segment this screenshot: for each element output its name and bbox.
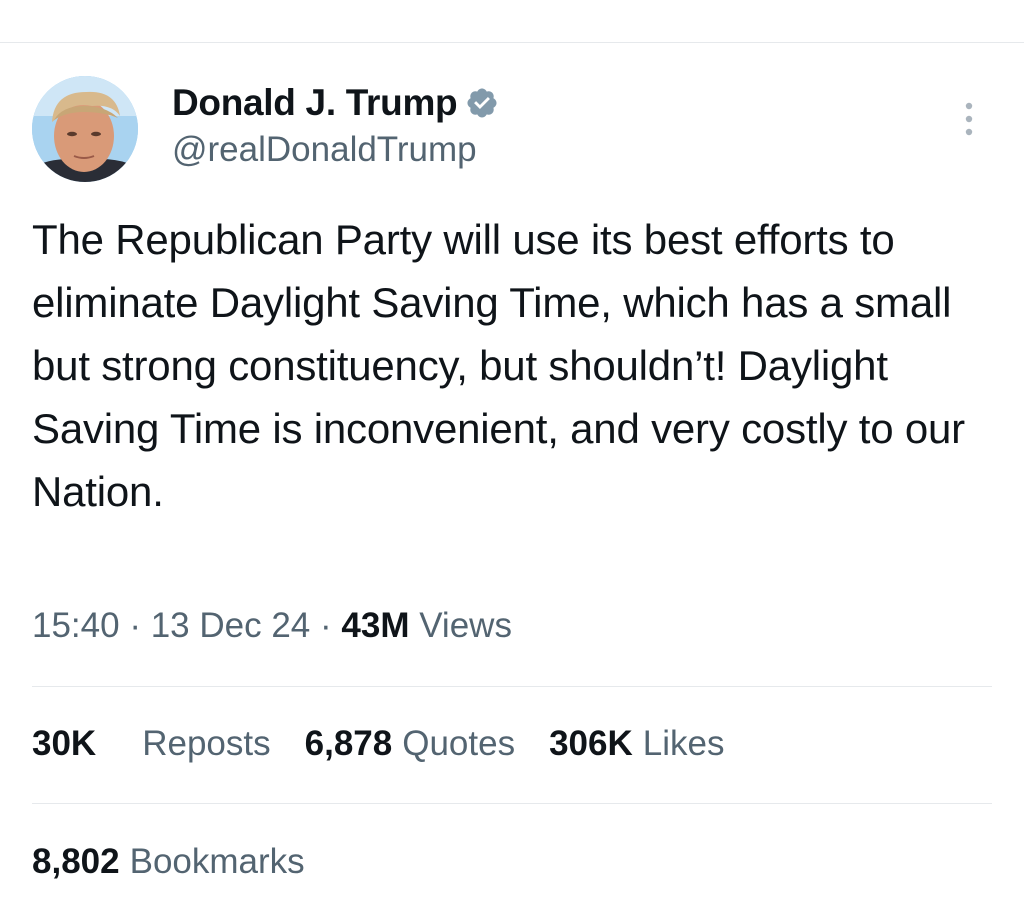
reposts-label: Reposts — [142, 724, 271, 763]
divider — [32, 803, 992, 804]
views-count: 43M — [341, 606, 420, 645]
more-vertical-icon[interactable] — [958, 100, 980, 140]
views-label: Views — [419, 606, 512, 645]
tweet-text: The Republican Party will use its best e… — [32, 216, 965, 515]
quotes-count: 6,878 — [304, 724, 393, 763]
display-name[interactable]: Donald J. Trump — [172, 82, 458, 124]
quotes-label: Quotes — [402, 724, 516, 763]
likes-count: 306K — [549, 724, 633, 763]
engagement-stats: 30K Reposts 6,878 Quotes 306K Likes — [32, 724, 758, 764]
quotes-stat[interactable]: 6,878 Quotes — [305, 724, 515, 764]
tweet-time[interactable]: 15:40 — [32, 606, 120, 645]
bookmarks-count: 8,802 — [32, 842, 120, 881]
meta-separator: · — [320, 606, 342, 645]
meta-separator: · — [129, 606, 151, 645]
tweet-meta: 15:40 · 13 Dec 24 · 43M Views — [32, 606, 512, 646]
likes-label: Likes — [642, 724, 725, 763]
reposts-count: 30K — [32, 724, 97, 763]
verified-badge-icon[interactable] — [465, 86, 499, 120]
likes-stat[interactable]: 306K Likes — [549, 724, 724, 764]
avatar[interactable] — [32, 76, 138, 182]
tweet-date[interactable]: 13 Dec 24 — [151, 606, 311, 645]
author-name-row: Donald J. Trump — [172, 80, 499, 126]
divider — [32, 686, 992, 687]
top-divider — [0, 42, 1024, 43]
reposts-stat[interactable]: 30K Reposts — [32, 724, 271, 764]
author-handle[interactable]: @realDonaldTrump — [172, 130, 477, 170]
bookmarks-stat[interactable]: 8,802 Bookmarks — [32, 842, 305, 882]
bookmarks-label: Bookmarks — [129, 842, 305, 881]
avatar-image — [32, 76, 138, 182]
